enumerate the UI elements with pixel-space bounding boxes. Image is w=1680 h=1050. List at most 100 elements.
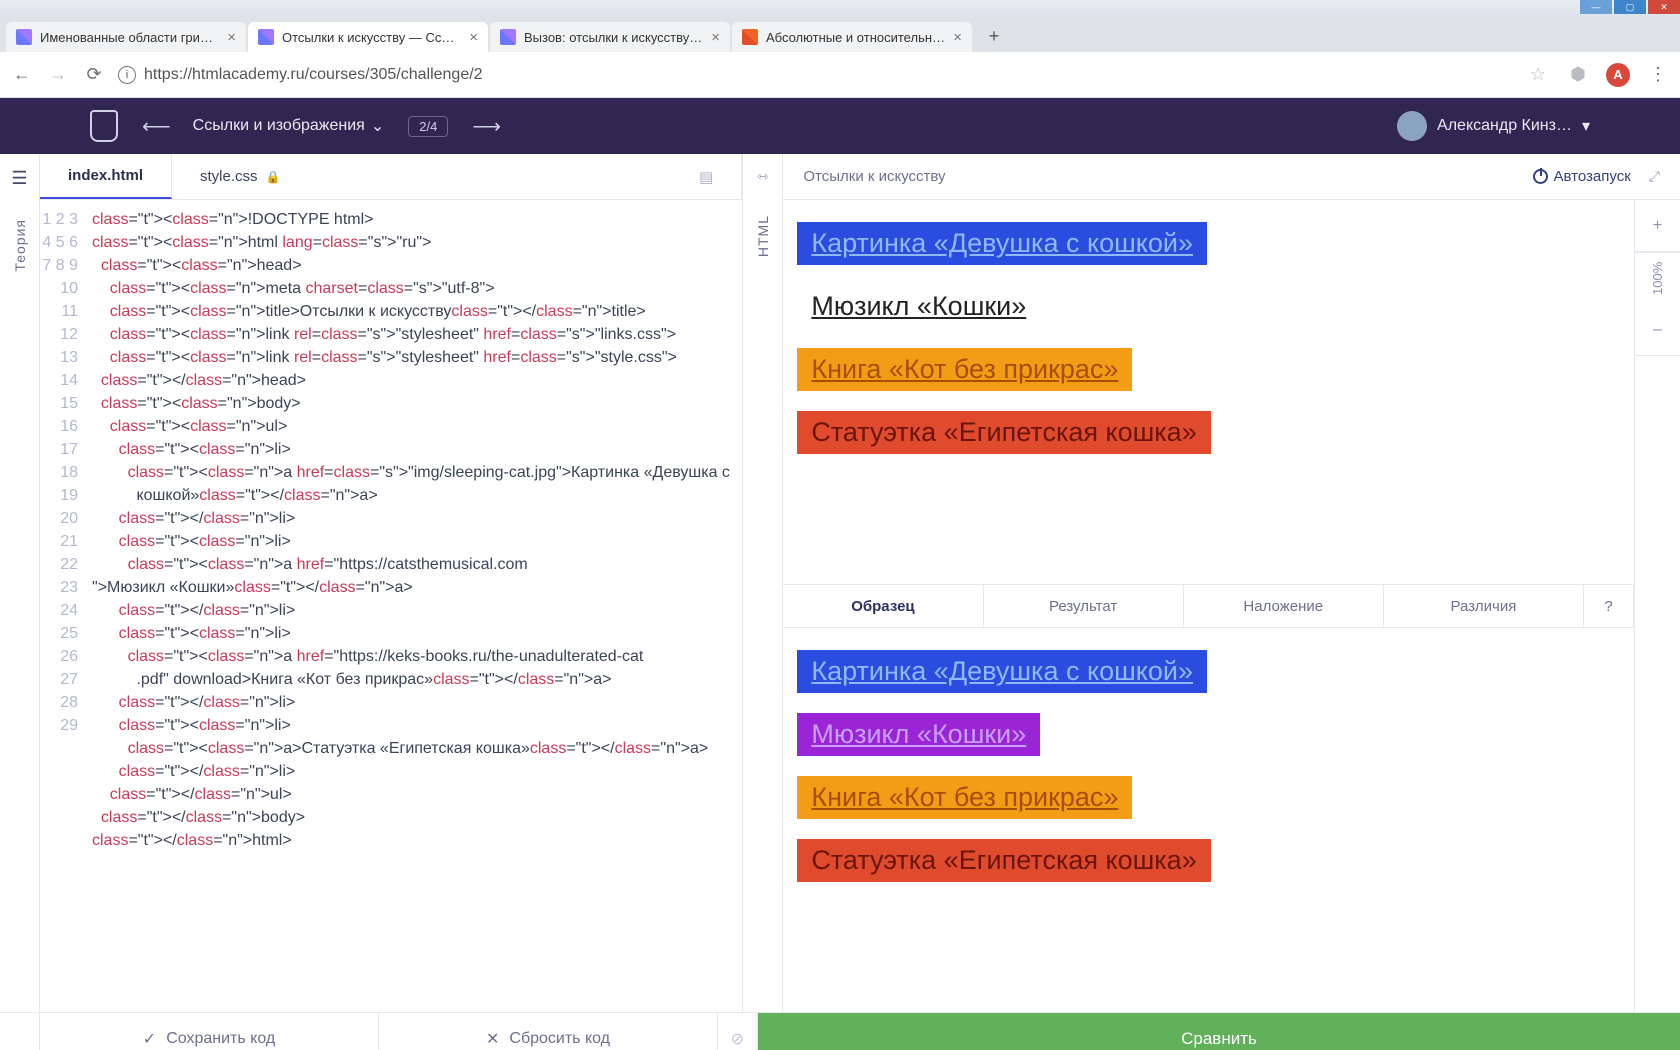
window-titlebar: — ▢ ✕	[0, 0, 1680, 16]
preview-header: Отсылки к искусству Автозапуск ⤢	[783, 154, 1680, 200]
line-gutter: 1 2 3 4 5 6 7 8 9 10 11 12 13 14 15 16 1…	[40, 200, 88, 1012]
reset-label: Сбросить код	[509, 1030, 610, 1048]
browser-tab[interactable]: Именованные области грида: с ×	[6, 22, 246, 52]
close-icon[interactable]: ×	[469, 29, 478, 46]
hint-icon[interactable]: ⊘	[718, 1013, 758, 1050]
preview-pane: Отсылки к искусству Автозапуск ⤢ Картинк…	[783, 154, 1680, 1012]
preview-sample: Картинка «Девушка с кошкой» Мюзикл «Кошк…	[783, 628, 1634, 1012]
zoom-level[interactable]: 100%	[1635, 252, 1680, 304]
tab-title: Отсылки к искусству — Ссылки	[282, 30, 461, 45]
nav-forward-icon[interactable]: →	[46, 64, 70, 85]
user-menu[interactable]: Александр Кинз… ▾	[1397, 111, 1590, 141]
tab-title: Именованные области грида: с	[40, 30, 219, 45]
html-view-tab[interactable]: HTML	[755, 215, 771, 257]
browser-tab[interactable]: Вызов: отсылки к искусству - К ×	[490, 22, 730, 52]
file-tab-style[interactable]: style.css 🔒 ▤	[172, 154, 742, 199]
course-header: ⟵ Ссылки и изображения ⌄ 2/4 ⟶ Александр…	[0, 98, 1680, 154]
star-icon[interactable]: ☆	[1526, 64, 1550, 85]
power-icon	[1533, 169, 1548, 184]
window-maximize[interactable]: ▢	[1614, 0, 1646, 14]
hamburger-icon[interactable]: ☰	[11, 168, 27, 189]
reset-code-button[interactable]: ✕ Сбросить код	[379, 1013, 717, 1050]
autorun-toggle[interactable]: Автозапуск	[1533, 168, 1631, 185]
favicon-icon	[258, 29, 274, 45]
tab-overlay[interactable]: Наложение	[1184, 585, 1384, 627]
action-bar: ✓ Сохранить код ✕ Сбросить код ⊘ Сравнит…	[0, 1012, 1680, 1050]
profile-avatar[interactable]: A	[1606, 63, 1630, 87]
browser-toolbar: ← → ⟳ i https://htmlacademy.ru/courses/3…	[0, 52, 1680, 98]
browser-tab[interactable]: Абсолютные и относительные ×	[732, 22, 972, 52]
autorun-label: Автозапуск	[1554, 168, 1631, 185]
favicon-icon	[16, 29, 32, 45]
preview-stage: Картинка «Девушка с кошкой» Мюзикл «Кошк…	[783, 200, 1634, 1012]
rail-placeholder	[0, 1013, 40, 1050]
preview-link[interactable]: Книга «Кот без прикрас»	[797, 348, 1132, 391]
logo-icon[interactable]	[90, 110, 118, 142]
avatar-icon	[1397, 111, 1427, 141]
site-info-icon[interactable]: i	[118, 66, 136, 84]
save-code-button[interactable]: ✓ Сохранить код	[40, 1013, 379, 1050]
sample-link: Статуэтка «Египетская кошка»	[797, 839, 1210, 882]
nav-reload-icon[interactable]: ⟳	[82, 64, 106, 85]
file-tab-strip: index.html style.css 🔒 ▤	[40, 154, 742, 200]
tab-sample[interactable]: Образец	[783, 585, 983, 627]
drag-handle-icon[interactable]: ⇿	[757, 168, 769, 185]
preview-link[interactable]: Картинка «Девушка с кошкой»	[797, 222, 1207, 265]
address-bar[interactable]: i https://htmlacademy.ru/courses/305/cha…	[118, 66, 1514, 84]
prev-lesson-arrow[interactable]: ⟵	[142, 114, 169, 139]
layout-icon[interactable]: ▤	[699, 168, 713, 186]
tab-help[interactable]: ?	[1584, 585, 1634, 627]
sample-link: Мюзикл «Кошки»	[797, 713, 1040, 756]
preview-link[interactable]: Статуэтка «Египетская кошка»	[797, 411, 1210, 454]
close-icon[interactable]: ×	[227, 29, 236, 46]
favicon-icon	[742, 29, 758, 45]
compare-tabs: Образец Результат Наложение Различия ?	[783, 584, 1634, 628]
course-title-dropdown[interactable]: Ссылки и изображения ⌄	[193, 116, 385, 136]
file-tab-index[interactable]: index.html	[40, 154, 172, 199]
next-lesson-arrow[interactable]: ⟶	[472, 114, 499, 139]
window-minimize[interactable]: —	[1580, 0, 1612, 14]
tab-title: Вызов: отсылки к искусству - К	[524, 30, 703, 45]
chevron-down-icon: ▾	[1582, 116, 1590, 136]
extension-icon[interactable]: ⬢	[1566, 64, 1590, 85]
left-rail: ☰ Теория	[0, 154, 40, 1012]
file-tab-label: index.html	[68, 167, 143, 184]
lock-icon: 🔒	[266, 170, 281, 184]
save-label: Сохранить код	[166, 1030, 275, 1048]
preview-result: Картинка «Девушка с кошкой» Мюзикл «Кошк…	[783, 200, 1634, 584]
lesson-pager[interactable]: 2/4	[408, 116, 448, 137]
browser-tab[interactable]: Отсылки к искусству — Ссылки ×	[248, 22, 488, 52]
course-title-text: Ссылки и изображения	[193, 117, 365, 135]
expand-icon[interactable]: ⤢	[1649, 168, 1660, 185]
window-close[interactable]: ✕	[1648, 0, 1680, 14]
zoom-rail: + 100% –	[1634, 200, 1680, 1012]
close-icon[interactable]: ×	[711, 29, 720, 46]
code-content[interactable]: class="t"><class="n">!DOCTYPE html> clas…	[88, 200, 742, 1012]
file-tab-label: style.css	[200, 168, 258, 185]
menu-icon[interactable]: ⋮	[1646, 64, 1670, 85]
browser-tab-strip: Именованные области грида: с × Отсылки к…	[0, 16, 1680, 52]
chevron-down-icon: ⌄	[371, 116, 384, 136]
favicon-icon	[500, 29, 516, 45]
preview-link[interactable]: Мюзикл «Кошки»	[797, 285, 1040, 328]
theory-tab[interactable]: Теория	[12, 219, 28, 272]
zoom-in-button[interactable]: +	[1635, 200, 1680, 252]
close-icon: ✕	[486, 1029, 499, 1049]
user-name: Александр Кинз…	[1437, 117, 1572, 135]
workspace: ☰ Теория index.html style.css 🔒 ▤ 1 2 3 …	[0, 154, 1680, 1012]
new-tab-button[interactable]: +	[980, 22, 1008, 50]
sample-link: Книга «Кот без прикрас»	[797, 776, 1132, 819]
tab-diff[interactable]: Различия	[1384, 585, 1584, 627]
splitter-rail[interactable]: ⇿ HTML	[743, 154, 783, 1012]
check-icon: ✓	[143, 1029, 156, 1049]
zoom-out-button[interactable]: –	[1635, 304, 1680, 356]
preview-title: Отсылки к искусству	[803, 168, 1514, 185]
close-icon[interactable]: ×	[953, 29, 962, 46]
compare-button[interactable]: Сравнить	[758, 1013, 1680, 1050]
tab-result[interactable]: Результат	[984, 585, 1184, 627]
editor-pane: index.html style.css 🔒 ▤ 1 2 3 4 5 6 7 8…	[40, 154, 743, 1012]
url-text: https://htmlacademy.ru/courses/305/chall…	[144, 66, 483, 84]
code-editor[interactable]: 1 2 3 4 5 6 7 8 9 10 11 12 13 14 15 16 1…	[40, 200, 742, 1012]
nav-back-icon[interactable]: ←	[10, 64, 34, 85]
sample-link: Картинка «Девушка с кошкой»	[797, 650, 1207, 693]
